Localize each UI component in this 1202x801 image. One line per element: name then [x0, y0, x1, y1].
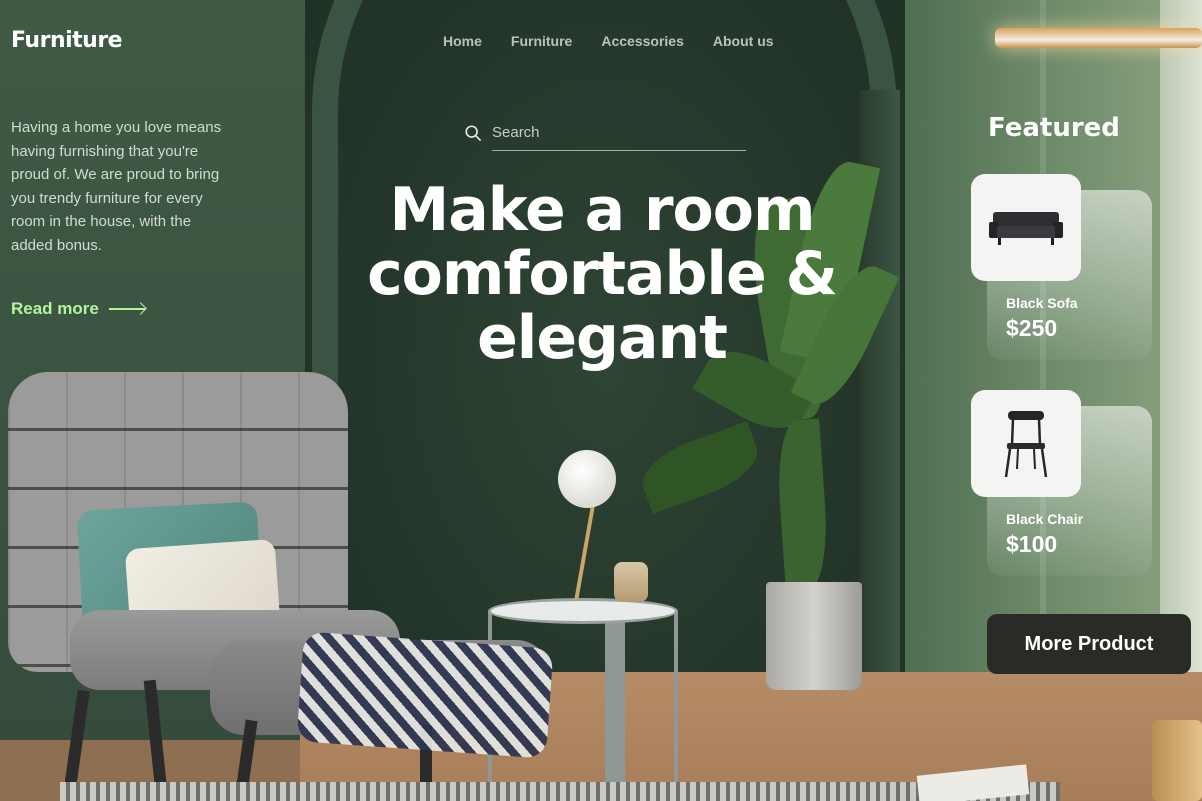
product-image[interactable] [971, 174, 1081, 281]
perfume-bottle [614, 562, 648, 602]
intro-text: Having a home you love means having furn… [11, 119, 222, 254]
search-input[interactable] [492, 118, 746, 151]
side-table-top [488, 598, 678, 624]
search-icon[interactable] [464, 124, 482, 142]
product-name: Black Sofa [1006, 295, 1078, 311]
table-lamp-globe [558, 450, 616, 508]
nav-home[interactable]: Home [443, 33, 482, 49]
sofa-icon [989, 211, 1063, 245]
product-price: $250 [1006, 315, 1058, 341]
nav-furniture[interactable]: Furniture [511, 33, 572, 49]
throw-blanket [296, 631, 554, 759]
plant-pot [766, 582, 862, 690]
more-product-button[interactable]: More Product [987, 614, 1191, 674]
chair-icon [1004, 410, 1048, 477]
hero-headline: Make a room comfortable & elegant [367, 175, 838, 373]
nav-about-us[interactable]: About us [713, 33, 774, 49]
main-nav: Home Furniture Accessories About us [443, 33, 774, 49]
product-card-black-sofa[interactable]: Black Sofa $250 [971, 174, 1152, 364]
rug [60, 782, 1060, 801]
ceiling-lamp [995, 28, 1202, 48]
nav-accessories[interactable]: Accessories [601, 33, 684, 49]
search-bar [464, 118, 746, 151]
read-more-label: Read more [11, 299, 99, 318]
product-image[interactable] [971, 390, 1081, 497]
arrow-right-icon [108, 308, 145, 310]
side-table-leg [605, 620, 625, 795]
floor-vase [1152, 720, 1202, 801]
read-more-link[interactable]: Read more [11, 299, 145, 319]
product-price: $100 [1006, 531, 1058, 557]
featured-title: Featured [988, 113, 1120, 143]
product-card-black-chair[interactable]: Black Chair $100 [971, 390, 1152, 580]
brand-logo[interactable]: Furniture [11, 28, 123, 53]
product-name: Black Chair [1006, 511, 1084, 527]
window-light [1160, 0, 1202, 720]
